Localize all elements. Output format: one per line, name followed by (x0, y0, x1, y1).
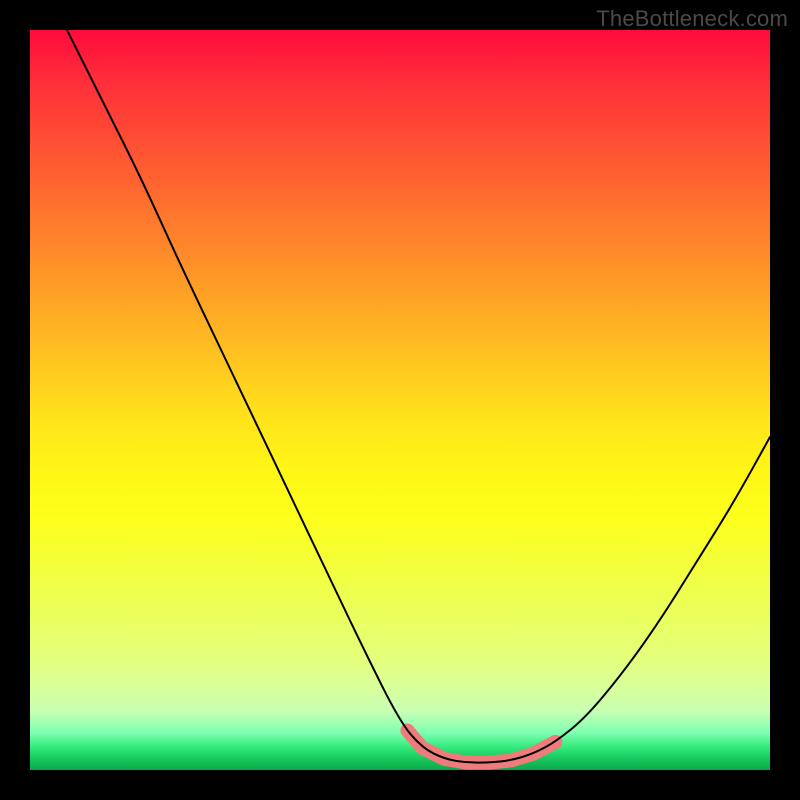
bottleneck-curve (67, 30, 770, 763)
plot-area (30, 30, 770, 770)
chart-frame: TheBottleneck.com (0, 0, 800, 800)
optimal-range-band (407, 731, 555, 763)
curve-svg (30, 30, 770, 770)
watermark-text: TheBottleneck.com (596, 6, 788, 32)
